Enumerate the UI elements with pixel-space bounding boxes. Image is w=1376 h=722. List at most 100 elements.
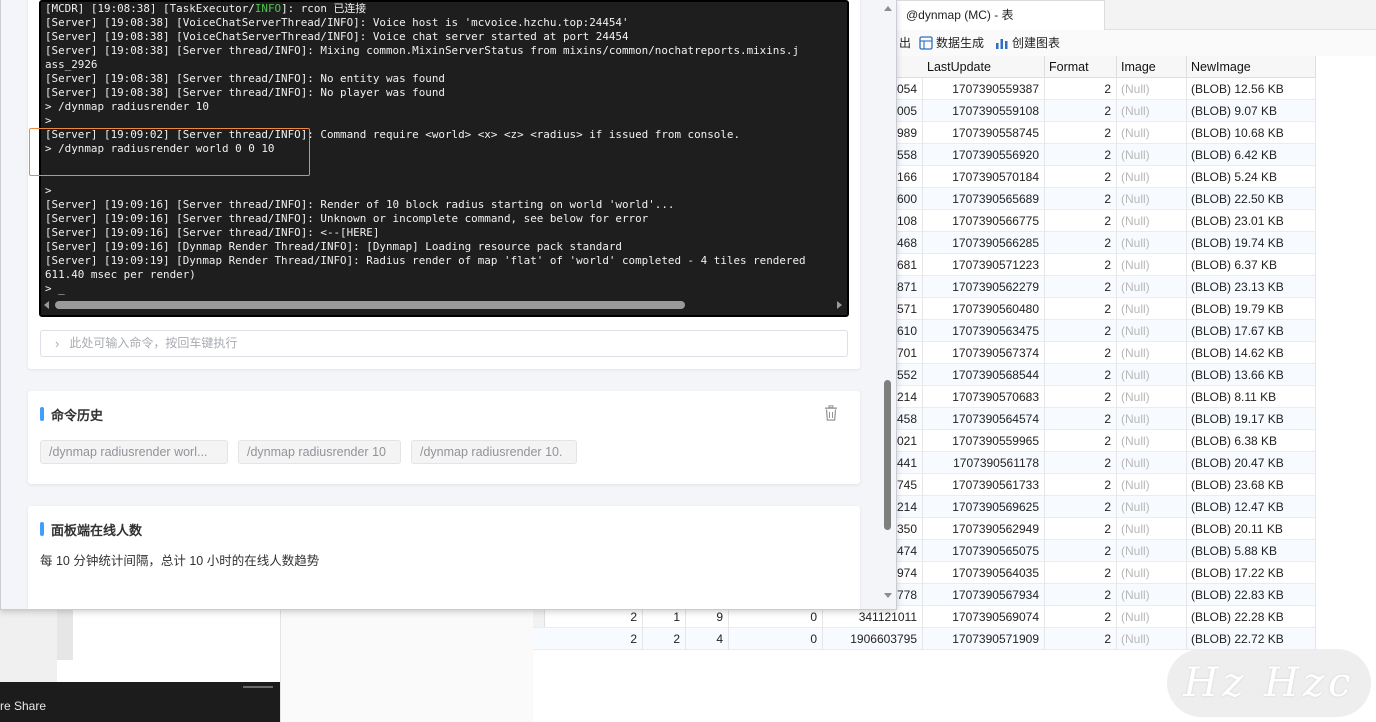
- table-cell[interactable]: 2: [1045, 474, 1117, 496]
- table-cell[interactable]: (BLOB) 23.13 KB: [1187, 276, 1316, 298]
- table-cell[interactable]: 1707390559387: [923, 78, 1045, 100]
- table-cell[interactable]: (BLOB) 12.56 KB: [1187, 78, 1316, 100]
- table-cell[interactable]: (Null): [1117, 606, 1187, 628]
- table-cell[interactable]: 1707390566775: [923, 210, 1045, 232]
- table-cell[interactable]: (BLOB) 19.79 KB: [1187, 298, 1316, 320]
- table-cell[interactable]: (BLOB) 14.62 KB: [1187, 342, 1316, 364]
- table-cell[interactable]: 1707390559108: [923, 100, 1045, 122]
- table-cell[interactable]: 1906603795: [823, 628, 923, 650]
- table-cell[interactable]: (BLOB) 22.28 KB: [1187, 606, 1316, 628]
- table-cell[interactable]: 1707390565689: [923, 188, 1045, 210]
- table-cell[interactable]: (BLOB) 17.67 KB: [1187, 320, 1316, 342]
- table-cell[interactable]: (Null): [1117, 210, 1187, 232]
- table-cell[interactable]: (Null): [1117, 452, 1187, 474]
- table-cell[interactable]: (Null): [1117, 122, 1187, 144]
- table-cell[interactable]: (Null): [1117, 562, 1187, 584]
- table-cell[interactable]: 1707390561178: [923, 452, 1045, 474]
- table-cell[interactable]: (Null): [1117, 232, 1187, 254]
- table-cell[interactable]: (BLOB) 8.11 KB: [1187, 386, 1316, 408]
- table-cell[interactable]: 2: [1045, 254, 1117, 276]
- table-cell[interactable]: 2: [1045, 232, 1117, 254]
- table-cell[interactable]: 4: [686, 628, 729, 650]
- column-header-lastupdate[interactable]: LastUpdate: [923, 56, 1045, 78]
- share-button[interactable]: re Share: [0, 696, 46, 716]
- table-cell[interactable]: 2: [1045, 518, 1117, 540]
- table-cell[interactable]: 2: [1045, 408, 1117, 430]
- scroll-right-icon[interactable]: [837, 301, 842, 309]
- table-cell[interactable]: (Null): [1117, 518, 1187, 540]
- table-cell[interactable]: 2: [1045, 540, 1117, 562]
- table-cell[interactable]: (BLOB) 22.72 KB: [1187, 628, 1316, 650]
- table-cell[interactable]: (BLOB) 22.50 KB: [1187, 188, 1316, 210]
- table-cell[interactable]: 1707390560480: [923, 298, 1045, 320]
- table-cell[interactable]: (BLOB) 17.22 KB: [1187, 562, 1316, 584]
- table-cell[interactable]: 1707390558745: [923, 122, 1045, 144]
- table-cell[interactable]: (Null): [1117, 254, 1187, 276]
- table-cell[interactable]: 2: [1045, 496, 1117, 518]
- table-cell[interactable]: 1707390571909: [923, 628, 1045, 650]
- table-cell[interactable]: 2: [1045, 144, 1117, 166]
- table-cell[interactable]: 1707390567374: [923, 342, 1045, 364]
- table-cell[interactable]: 1707390556920: [923, 144, 1045, 166]
- table-cell[interactable]: 1707390563475: [923, 320, 1045, 342]
- table-cell[interactable]: 2: [1045, 452, 1117, 474]
- export-button[interactable]: 出: [899, 34, 911, 52]
- table-cell[interactable]: 2: [1045, 78, 1117, 100]
- table-cell[interactable]: (Null): [1117, 408, 1187, 430]
- tab-dynmap-table[interactable]: @dynmap (MC) - 表: [893, 0, 1105, 30]
- table-cell[interactable]: 2: [1045, 166, 1117, 188]
- table-cell[interactable]: (BLOB) 20.11 KB: [1187, 518, 1316, 540]
- table-cell[interactable]: 2: [1045, 342, 1117, 364]
- table-cell[interactable]: (BLOB) 6.37 KB: [1187, 254, 1316, 276]
- scroll-thumb[interactable]: [884, 380, 891, 530]
- table-cell[interactable]: (Null): [1117, 474, 1187, 496]
- table-cell[interactable]: 2: [1045, 628, 1117, 650]
- table-cell[interactable]: (BLOB) 23.68 KB: [1187, 474, 1316, 496]
- table-cell[interactable]: (Null): [1117, 540, 1187, 562]
- table-cell[interactable]: 2: [545, 628, 643, 650]
- table-cell[interactable]: (Null): [1117, 276, 1187, 298]
- table-cell[interactable]: 1707390565075: [923, 540, 1045, 562]
- table-row[interactable]: 2 2 4 0 1906603795 1707390571909 2 (Null) (BLOB)…: [533, 628, 1316, 650]
- column-header-newimage[interactable]: NewImage: [1187, 56, 1316, 78]
- table-cell[interactable]: (BLOB) 13.66 KB: [1187, 364, 1316, 386]
- table-cell[interactable]: 1707390562949: [923, 518, 1045, 540]
- table-cell[interactable]: (Null): [1117, 342, 1187, 364]
- table-cell[interactable]: 1707390561733: [923, 474, 1045, 496]
- table-cell[interactable]: 2: [1045, 430, 1117, 452]
- table-cell[interactable]: (BLOB) 9.07 KB: [1187, 100, 1316, 122]
- panel-vertical-scrollbar[interactable]: [879, 0, 896, 608]
- table-cell[interactable]: (Null): [1117, 430, 1187, 452]
- table-cell[interactable]: (Null): [1117, 628, 1187, 650]
- table-cell[interactable]: (BLOB) 19.17 KB: [1187, 408, 1316, 430]
- table-cell[interactable]: (BLOB) 20.47 KB: [1187, 452, 1316, 474]
- table-cell[interactable]: (BLOB) 23.01 KB: [1187, 210, 1316, 232]
- column-header-image[interactable]: Image: [1117, 56, 1187, 78]
- terminal-horizontal-scrollbar[interactable]: [41, 295, 847, 315]
- history-item[interactable]: /dynmap radiusrender worl...: [40, 440, 228, 464]
- table-cell[interactable]: 2: [1045, 210, 1117, 232]
- table-cell[interactable]: (BLOB) 22.83 KB: [1187, 584, 1316, 606]
- table-cell[interactable]: (BLOB) 6.38 KB: [1187, 430, 1316, 452]
- table-cell[interactable]: (BLOB) 6.42 KB: [1187, 144, 1316, 166]
- table-cell[interactable]: (Null): [1117, 166, 1187, 188]
- history-item[interactable]: /dynmap radiusrender 10.: [411, 440, 577, 464]
- table-cell[interactable]: 2: [1045, 298, 1117, 320]
- table-cell[interactable]: (Null): [1117, 188, 1187, 210]
- table-cell[interactable]: 1707390559965: [923, 430, 1045, 452]
- table-cell[interactable]: (Null): [1117, 78, 1187, 100]
- table-cell[interactable]: 1707390569625: [923, 496, 1045, 518]
- table-cell[interactable]: 1707390567934: [923, 584, 1045, 606]
- table-cell[interactable]: 2: [1045, 606, 1117, 628]
- scroll-down-icon[interactable]: [884, 593, 892, 598]
- table-cell[interactable]: (BLOB) 19.74 KB: [1187, 232, 1316, 254]
- table-cell[interactable]: 2: [1045, 562, 1117, 584]
- table-cell[interactable]: (Null): [1117, 100, 1187, 122]
- table-cell[interactable]: 1707390566285: [923, 232, 1045, 254]
- table-cell[interactable]: 1707390564035: [923, 562, 1045, 584]
- table-cell[interactable]: (Null): [1117, 298, 1187, 320]
- command-input[interactable]: › 此处可输入命令，按回车键执行: [40, 330, 848, 357]
- table-cell[interactable]: 1707390562279: [923, 276, 1045, 298]
- table-cell[interactable]: (Null): [1117, 364, 1187, 386]
- generate-data-button[interactable]: 数据生成: [919, 34, 984, 52]
